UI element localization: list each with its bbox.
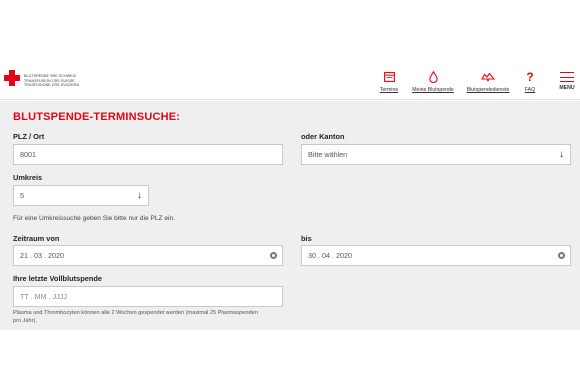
letzte-spende-input[interactable]: TT . MM . JJJJ <box>13 286 283 307</box>
umkreis-value: 5 <box>20 191 24 200</box>
calendar-icon <box>383 70 395 84</box>
zeitraum-von-value: 21 . 03 . 2020 <box>20 251 64 260</box>
umkreis-label: Umkreis <box>13 173 43 182</box>
hamburger-icon <box>560 70 574 84</box>
arrow-down-icon: ↓ <box>559 149 564 160</box>
kanton-value: Bitte wählen <box>308 150 348 159</box>
letzte-spende-label: Ihre letzte Vollblutspende <box>13 274 102 283</box>
nav-dienste-label: Blutspendedienste <box>466 87 510 93</box>
umkreis-select[interactable]: 5 ↓ <box>13 185 149 206</box>
menu-button[interactable]: MENU <box>556 70 578 96</box>
logo-line-3: Trasfusione CRS Svizzera <box>24 83 80 88</box>
umkreis-hint: Für eine Umkreissuche geben Sie bitte nu… <box>13 215 175 222</box>
logo-line-1: Blutspende SRK Schweiz <box>24 74 77 78</box>
plz-label: PLZ / Ort <box>13 132 45 141</box>
zeitraum-bis-value: 30 . 04 . 2020 <box>308 251 352 260</box>
nav-blutspendedienste[interactable]: Blutspendedienste <box>465 70 511 96</box>
nav-meine-blutspende[interactable]: Meine Blutspende <box>410 70 456 96</box>
site-header: Blutspende SRK Schweiz Transfusion CRS S… <box>0 66 580 100</box>
kanton-select[interactable]: Bitte wählen ↓ <box>301 144 571 165</box>
nav-termine-label: Termine <box>379 87 399 93</box>
logo-text: Blutspende SRK Schweiz Transfusion CRS S… <box>24 74 79 88</box>
letzte-spende-placeholder: TT . MM . JJJJ <box>20 292 67 301</box>
zeitraum-bis-input[interactable]: 30 . 04 . 2020 <box>301 245 571 266</box>
nav-faq-label: FAQ <box>524 87 536 93</box>
srk-logo[interactable]: Blutspende SRK Schweiz Transfusion CRS S… <box>4 70 79 88</box>
zeitraum-label: Zeitraum von <box>13 234 60 243</box>
red-cross-icon <box>4 70 20 86</box>
nav-meine-label: Meine Blutspende <box>412 87 454 93</box>
plz-value: 8001 <box>20 150 36 159</box>
arrow-down-icon: ↓ <box>137 190 142 201</box>
nav-faq[interactable]: ? FAQ <box>520 70 540 96</box>
bis-label: bis <box>301 234 312 243</box>
zeitraum-von-input[interactable]: 21 . 03 . 2020 <box>13 245 283 266</box>
plasma-note: Plasma und Thrombozyten können alle 2 Wo… <box>13 310 258 324</box>
page-title: BLUTSPENDE-TERMINSUCHE: <box>13 111 181 123</box>
plz-input[interactable]: 8001 <box>13 144 283 165</box>
blood-drop-icon <box>428 70 438 84</box>
date-picker-icon[interactable] <box>270 252 277 259</box>
nav-termine[interactable]: Termine <box>378 70 400 96</box>
appointment-search-form: BLUTSPENDE-TERMINSUCHE: PLZ / Ort 8001 o… <box>0 101 580 330</box>
map-icon <box>481 70 495 84</box>
date-picker-icon[interactable] <box>558 252 565 259</box>
kanton-label: oder Kanton <box>301 132 345 141</box>
question-mark-icon: ? <box>526 70 534 84</box>
menu-label: MENU <box>559 85 575 91</box>
